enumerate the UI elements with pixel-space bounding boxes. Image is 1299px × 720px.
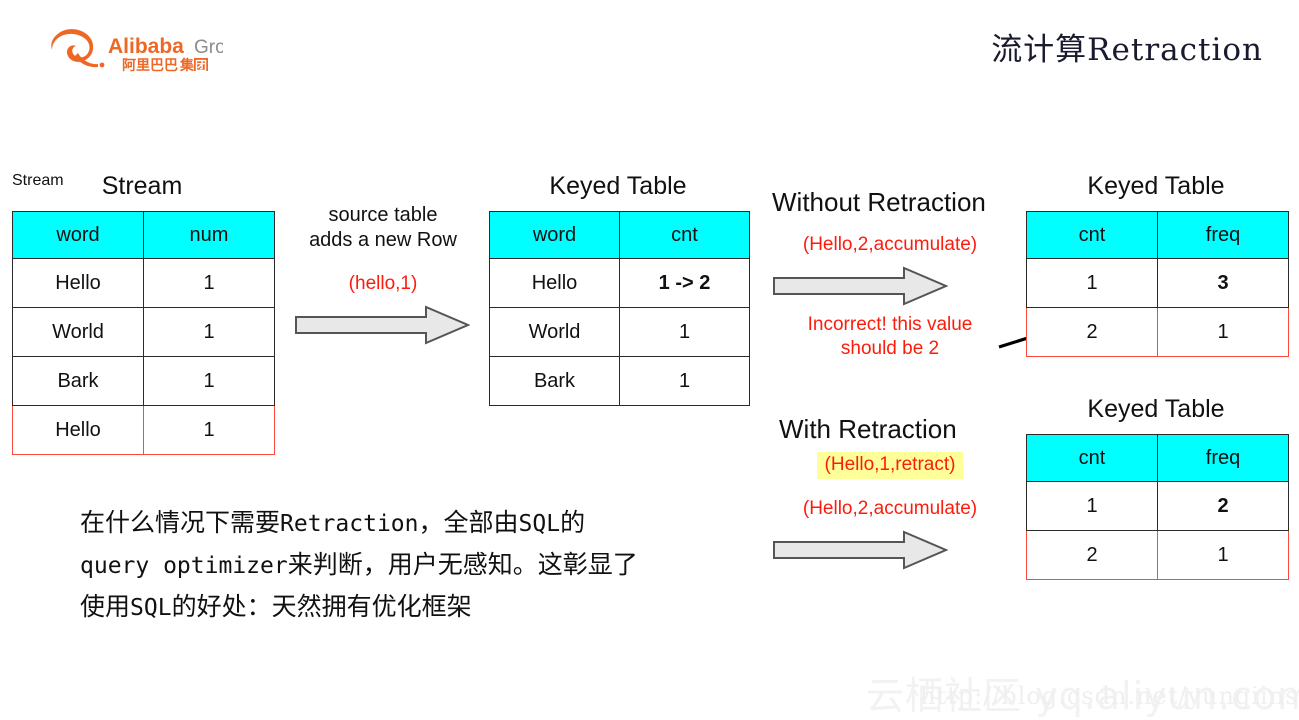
body-line3-a: 使用	[80, 593, 131, 621]
cell-word: Hello	[12, 258, 144, 308]
body-line1-b: Retraction	[280, 511, 419, 537]
table-row-highlighted: Hello 1	[12, 405, 275, 455]
keyed-table-bottom-right: cnt freq 1 2 2 1	[1026, 434, 1289, 580]
column-header-cnt: cnt	[1026, 211, 1158, 259]
without-retraction-event: (Hello,2,accumulate)	[802, 234, 978, 255]
cell-freq-incorrect: 3	[1157, 258, 1289, 308]
cell-freq: 1	[1157, 530, 1289, 580]
cell-num: 1	[143, 307, 275, 357]
source-event-label: (hello,1)	[348, 273, 418, 294]
table-header-row: cnt freq	[1026, 434, 1289, 482]
body-line3-c: 的好处：天然拥有优化框架	[171, 593, 472, 621]
stream-table: word num Hello 1 World 1 Bark 1 Hello 1	[12, 211, 275, 455]
svg-text:Group: Group	[194, 37, 223, 58]
body-line2-b: 来判断，用户无感知。这彰显了	[287, 551, 638, 579]
cell-num: 1	[143, 405, 275, 455]
with-retraction-retract-wrap: (Hello,1,retract)	[765, 452, 1015, 479]
cell-cnt: 2	[1026, 530, 1158, 580]
table-row: 1 3	[1026, 258, 1289, 308]
column-header-num: num	[143, 211, 275, 259]
cell-word: Bark	[489, 356, 620, 406]
with-retraction-accumulate-event: (Hello,2,accumulate)	[802, 498, 978, 519]
body-line1-e: 的	[560, 509, 586, 537]
with-retraction-retract-event: (Hello,1,retract)	[816, 452, 964, 479]
keyed-table-mid: word cnt Hello 1 -> 2 World 1 Bark 1	[489, 211, 750, 406]
right-arrow-icon	[294, 305, 470, 345]
table-row: Hello 1	[12, 258, 275, 308]
body-line-2: query optimizer来判断，用户无感知。这彰显了	[80, 545, 740, 587]
with-retraction-title: With Retraction	[779, 414, 957, 444]
cell-num: 1	[143, 258, 275, 308]
column-header-word: word	[12, 211, 144, 259]
without-retraction-note-line2: should be 2	[840, 338, 940, 359]
svg-text:阿里巴巴: 阿里巴巴	[122, 58, 178, 72]
column-header-cnt: cnt	[619, 211, 750, 259]
cell-word: Hello	[489, 258, 620, 308]
table-row: World 1	[12, 307, 275, 357]
body-line-3: 使用SQL的好处：天然拥有优化框架	[80, 587, 740, 629]
svg-text:Alibaba: Alibaba	[108, 35, 184, 58]
source-table-note-line1: source table	[328, 204, 438, 226]
body-line1-d: SQL	[518, 511, 561, 537]
keyed-table-bottom-right-title: Keyed Table	[1087, 395, 1225, 423]
body-line-1: 在什么情况下需要Retraction，全部由SQL的	[80, 503, 740, 545]
table-row: Bark 1	[489, 356, 750, 406]
cell-word: World	[489, 307, 620, 357]
page-title: 流计算Retraction	[991, 32, 1263, 68]
cell-cnt: 1	[619, 307, 750, 357]
source-table-note-line2: adds a new Row	[309, 229, 457, 251]
keyed-table-top-right-title: Keyed Table	[1087, 172, 1225, 200]
cell-cnt: 1	[1026, 481, 1158, 531]
keyed-table-mid-title: Keyed Table	[549, 172, 687, 200]
cell-freq: 1	[1157, 307, 1289, 357]
table-header-row: word num	[12, 211, 275, 259]
table-header-row: cnt freq	[1026, 211, 1289, 259]
body-line2-a: query optimizer	[80, 553, 288, 579]
watermark-url: http://blog.csdn.net/yunqiinsight	[920, 682, 1299, 710]
without-retraction-title: Without Retraction	[772, 187, 986, 217]
without-retraction-note-line1: Incorrect! this value	[807, 314, 973, 335]
column-header-freq: freq	[1157, 211, 1289, 259]
right-arrow-svg	[773, 530, 948, 570]
cell-cnt: 1	[619, 356, 750, 406]
right-arrow-svg	[773, 266, 948, 306]
body-line3-b: SQL	[130, 595, 172, 621]
cell-cnt-updated: 1 -> 2	[619, 258, 750, 308]
cell-num: 1	[143, 356, 275, 406]
right-arrow-icon	[772, 530, 948, 570]
right-arrow-svg	[295, 305, 470, 345]
cell-word: Hello	[12, 405, 144, 455]
stream-table-title-text: Stream	[101, 172, 183, 200]
table-row: Hello 1 -> 2	[489, 258, 750, 308]
table-header-row: word cnt	[489, 211, 750, 259]
cell-word: World	[12, 307, 144, 357]
cell-word: Bark	[12, 356, 144, 406]
alibaba-group-logo: Alibaba Group 阿里巴巴 集 团	[48, 26, 223, 72]
table-row-highlighted: 2 1	[1026, 530, 1289, 580]
logo-svg: Alibaba Group 阿里巴巴 集 团	[51, 29, 223, 72]
svg-text:团: 团	[195, 59, 207, 72]
column-header-cnt: cnt	[1026, 434, 1158, 482]
svg-text:集: 集	[179, 57, 195, 72]
table-row: Bark 1	[12, 356, 275, 406]
right-arrow-icon	[772, 266, 948, 306]
body-line1-c: ，全部由	[418, 509, 519, 537]
column-header-freq: freq	[1157, 434, 1289, 482]
column-header-word: word	[489, 211, 620, 259]
keyed-table-top-right: cnt freq 1 3 2 1	[1026, 211, 1289, 357]
cell-cnt: 2	[1026, 307, 1158, 357]
table-row: 1 2	[1026, 481, 1289, 531]
cell-freq-correct: 2	[1157, 481, 1289, 531]
table-row: World 1	[489, 307, 750, 357]
table-row-highlighted: 2 1	[1026, 307, 1289, 357]
body-line1-a: 在什么情况下需要	[80, 509, 281, 537]
cell-cnt: 1	[1026, 258, 1158, 308]
body-paragraph: 在什么情况下需要Retraction，全部由SQL的 query optimiz…	[80, 503, 740, 629]
